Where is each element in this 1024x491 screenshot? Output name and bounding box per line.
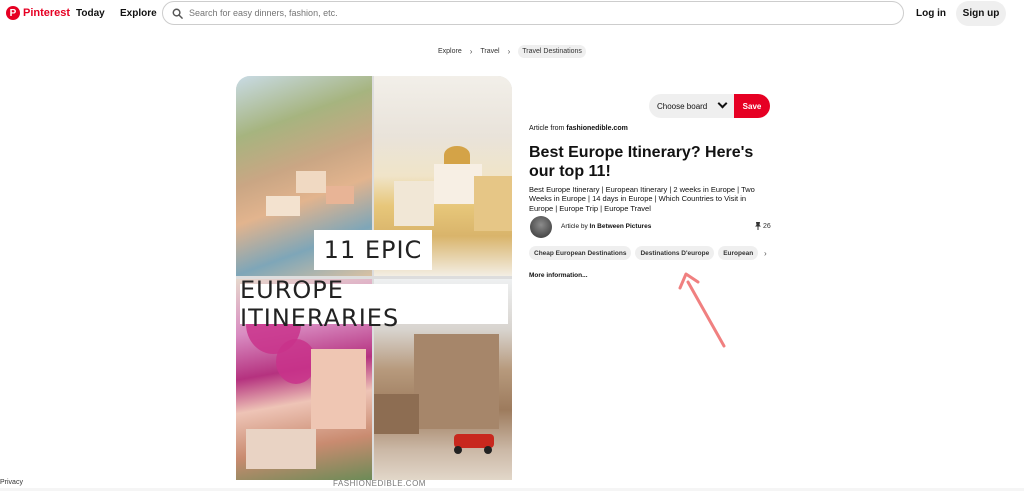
pinterest-logo-icon: P (6, 6, 20, 20)
image-watermark: FASHIONEDIBLE.COM (333, 479, 426, 488)
article-domain-link[interactable]: fashionedible.com (566, 125, 627, 132)
privacy-link[interactable]: Privacy (0, 479, 23, 486)
breadcrumb-item-explore[interactable]: Explore (438, 48, 462, 55)
search-bar[interactable] (162, 1, 904, 25)
save-button[interactable]: Save (734, 94, 770, 118)
pin-image[interactable]: 11 EPIC EUROPE ITINERARIES (236, 76, 512, 480)
annotation-arrow-icon (678, 272, 726, 348)
image-title-line1: 11 EPIC (314, 230, 432, 270)
nav-today-link[interactable]: Today (76, 8, 105, 19)
login-button[interactable]: Log in (916, 8, 946, 19)
tag-chip[interactable]: Cheap European Destinations (529, 246, 632, 260)
article-source: Article from fashionedible.com (529, 125, 628, 132)
author-avatar[interactable] (530, 216, 552, 238)
chevron-down-icon (717, 98, 728, 109)
breadcrumb-item-travel-destinations[interactable]: Travel Destinations (518, 45, 586, 58)
signup-button[interactable]: Sign up (956, 1, 1006, 26)
chevron-right-icon: › (469, 47, 473, 56)
pin-title[interactable]: Best Europe Itinerary? Here's our top 11… (529, 143, 779, 181)
breadcrumb-item-travel[interactable]: Travel (480, 48, 499, 55)
tag-list: Cheap European Destinations Destinations… (529, 246, 765, 260)
pin-description: Best Europe Itinerary | European Itinera… (529, 185, 755, 213)
search-icon (172, 8, 183, 19)
article-by-prefix: Article by (561, 223, 588, 230)
chevron-right-icon: › (507, 47, 511, 56)
search-input[interactable] (189, 8, 869, 18)
tag-chip[interactable]: European (718, 246, 759, 260)
choose-board-dropdown[interactable]: Choose board (649, 94, 734, 118)
save-count: 26 (755, 222, 771, 230)
tag-chip[interactable]: Destinations D'europe (635, 246, 715, 260)
breadcrumb: Explore › Travel › Travel Destinations (438, 45, 586, 58)
nav-explore-link[interactable]: Explore (120, 8, 157, 19)
pinterest-logo[interactable]: P Pinterest (6, 6, 70, 20)
author-name-link[interactable]: In Between Pictures (590, 223, 652, 230)
logo-text: Pinterest (23, 7, 71, 19)
image-title-line2: EUROPE ITINERARIES (240, 276, 508, 332)
save-count-value: 26 (763, 222, 771, 230)
tags-scroll-right-icon[interactable]: › (764, 249, 767, 258)
pin-icon (755, 222, 761, 230)
top-nav: P Pinterest Today Explore Log in Sign up (0, 0, 1024, 28)
board-select-label: Choose board (657, 101, 708, 111)
article-from-prefix: Article from (529, 125, 565, 132)
more-information-link[interactable]: More information... (529, 272, 588, 279)
article-author: Article by In Between Pictures (561, 223, 651, 230)
